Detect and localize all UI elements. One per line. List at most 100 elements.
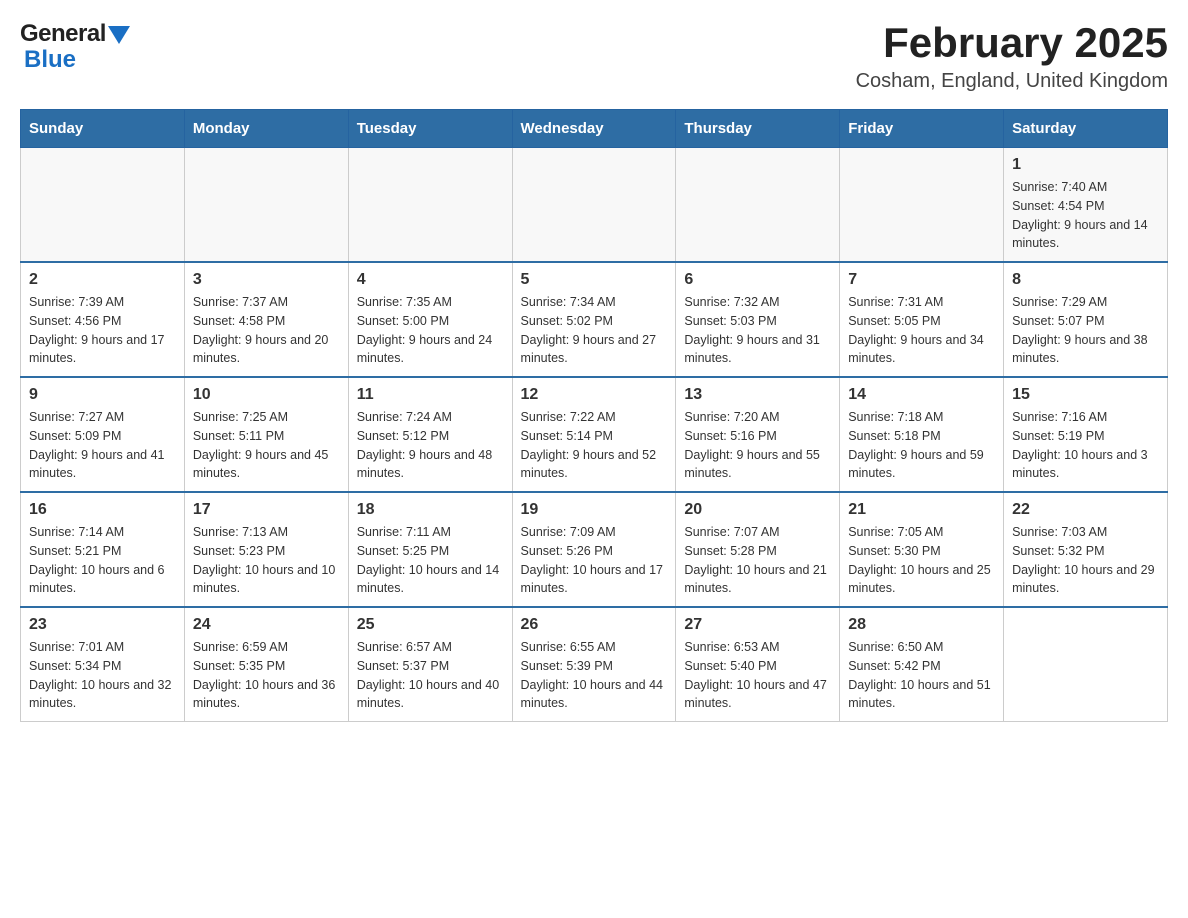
day-info: Sunrise: 7:35 AMSunset: 5:00 PMDaylight:… — [357, 293, 504, 368]
calendar-cell: 1 Sunrise: 7:40 AMSunset: 4:54 PMDaylight… — [1004, 148, 1168, 263]
day-number: 15 — [1012, 386, 1159, 404]
day-number: 11 — [357, 386, 504, 404]
day-info: Sunrise: 7:07 AMSunset: 5:28 PMDaylight:… — [684, 523, 831, 598]
calendar-header-row: SundayMondayTuesdayWednesdayThursdayFrid… — [21, 110, 1168, 148]
day-info: Sunrise: 7:39 AMSunset: 4:56 PMDaylight:… — [29, 293, 176, 368]
calendar-cell: 4 Sunrise: 7:35 AMSunset: 5:00 PMDaylight… — [348, 262, 512, 377]
calendar-week-4: 16 Sunrise: 7:14 AMSunset: 5:21 PMDayligh… — [21, 492, 1168, 607]
day-info: Sunrise: 7:32 AMSunset: 5:03 PMDaylight:… — [684, 293, 831, 368]
logo-triangle-icon — [108, 26, 130, 44]
day-info: Sunrise: 6:50 AMSunset: 5:42 PMDaylight:… — [848, 638, 995, 713]
day-info: Sunrise: 7:20 AMSunset: 5:16 PMDaylight:… — [684, 408, 831, 483]
calendar-cell: 6 Sunrise: 7:32 AMSunset: 5:03 PMDaylight… — [676, 262, 840, 377]
weekday-header-sunday: Sunday — [21, 110, 185, 148]
calendar-cell: 11 Sunrise: 7:24 AMSunset: 5:12 PMDayligh… — [348, 377, 512, 492]
day-number: 9 — [29, 386, 176, 404]
day-info: Sunrise: 7:01 AMSunset: 5:34 PMDaylight:… — [29, 638, 176, 713]
day-number: 14 — [848, 386, 995, 404]
calendar-week-3: 9 Sunrise: 7:27 AMSunset: 5:09 PMDaylight… — [21, 377, 1168, 492]
day-info: Sunrise: 7:13 AMSunset: 5:23 PMDaylight:… — [193, 523, 340, 598]
day-number: 6 — [684, 271, 831, 289]
logo: General Blue — [20, 20, 130, 74]
day-info: Sunrise: 7:14 AMSunset: 5:21 PMDaylight:… — [29, 523, 176, 598]
day-info: Sunrise: 6:57 AMSunset: 5:37 PMDaylight:… — [357, 638, 504, 713]
day-info: Sunrise: 7:29 AMSunset: 5:07 PMDaylight:… — [1012, 293, 1159, 368]
day-number: 23 — [29, 616, 176, 634]
day-info: Sunrise: 7:18 AMSunset: 5:18 PMDaylight:… — [848, 408, 995, 483]
day-info: Sunrise: 7:22 AMSunset: 5:14 PMDaylight:… — [521, 408, 668, 483]
calendar-cell: 22 Sunrise: 7:03 AMSunset: 5:32 PMDayligh… — [1004, 492, 1168, 607]
day-info: Sunrise: 6:53 AMSunset: 5:40 PMDaylight:… — [684, 638, 831, 713]
calendar-cell: 14 Sunrise: 7:18 AMSunset: 5:18 PMDayligh… — [840, 377, 1004, 492]
day-number: 7 — [848, 271, 995, 289]
day-number: 27 — [684, 616, 831, 634]
day-info: Sunrise: 6:55 AMSunset: 5:39 PMDaylight:… — [521, 638, 668, 713]
calendar-cell: 24Sunrise: 6:59 AMSunset: 5:35 PMDayligh… — [184, 607, 348, 722]
day-info: Sunrise: 7:27 AMSunset: 5:09 PMDaylight:… — [29, 408, 176, 483]
calendar-week-5: 23 Sunrise: 7:01 AMSunset: 5:34 PMDayligh… — [21, 607, 1168, 722]
weekday-header-thursday: Thursday — [676, 110, 840, 148]
calendar-cell: 7 Sunrise: 7:31 AMSunset: 5:05 PMDaylight… — [840, 262, 1004, 377]
day-info: Sunrise: 7:05 AMSunset: 5:30 PMDaylight:… — [848, 523, 995, 598]
weekday-header-friday: Friday — [840, 110, 1004, 148]
page-header: General Blue February 2025 Cosham, Engla… — [20, 20, 1168, 93]
day-info: Sunrise: 7:03 AMSunset: 5:32 PMDaylight:… — [1012, 523, 1159, 598]
calendar-cell: 19 Sunrise: 7:09 AMSunset: 5:26 PMDayligh… — [512, 492, 676, 607]
day-number: 28 — [848, 616, 995, 634]
day-info: Sunrise: 7:37 AMSunset: 4:58 PMDaylight:… — [193, 293, 340, 368]
weekday-header-tuesday: Tuesday — [348, 110, 512, 148]
day-number: 4 — [357, 271, 504, 289]
calendar-cell: 28 Sunrise: 6:50 AMSunset: 5:42 PMDayligh… — [840, 607, 1004, 722]
calendar-cell — [676, 148, 840, 263]
day-number: 13 — [684, 386, 831, 404]
calendar-week-2: 2 Sunrise: 7:39 AMSunset: 4:56 PMDaylight… — [21, 262, 1168, 377]
day-number: 22 — [1012, 501, 1159, 519]
calendar-cell: 18 Sunrise: 7:11 AMSunset: 5:25 PMDayligh… — [348, 492, 512, 607]
logo-blue-text: Blue — [24, 46, 76, 74]
calendar-cell — [21, 148, 185, 263]
calendar-cell — [512, 148, 676, 263]
day-info: Sunrise: 7:31 AMSunset: 5:05 PMDaylight:… — [848, 293, 995, 368]
calendar-title: February 2025 — [856, 20, 1168, 66]
day-info: Sunrise: 7:40 AMSunset: 4:54 PMDaylight:… — [1012, 178, 1159, 253]
calendar-cell — [184, 148, 348, 263]
calendar-cell: 10Sunrise: 7:25 AMSunset: 5:11 PMDayligh… — [184, 377, 348, 492]
calendar-cell: 20 Sunrise: 7:07 AMSunset: 5:28 PMDayligh… — [676, 492, 840, 607]
title-block: February 2025 Cosham, England, United Ki… — [856, 20, 1168, 93]
day-number: 8 — [1012, 271, 1159, 289]
day-number: 26 — [521, 616, 668, 634]
calendar-cell: 13 Sunrise: 7:20 AMSunset: 5:16 PMDayligh… — [676, 377, 840, 492]
day-number: 20 — [684, 501, 831, 519]
day-info: Sunrise: 7:09 AMSunset: 5:26 PMDaylight:… — [521, 523, 668, 598]
day-number: 18 — [357, 501, 504, 519]
calendar-cell: 27 Sunrise: 6:53 AMSunset: 5:40 PMDayligh… — [676, 607, 840, 722]
day-number: 21 — [848, 501, 995, 519]
day-info: Sunrise: 7:11 AMSunset: 5:25 PMDaylight:… — [357, 523, 504, 598]
calendar-cell: 26 Sunrise: 6:55 AMSunset: 5:39 PMDayligh… — [512, 607, 676, 722]
day-number: 16 — [29, 501, 176, 519]
day-info: Sunrise: 7:24 AMSunset: 5:12 PMDaylight:… — [357, 408, 504, 483]
calendar-cell — [840, 148, 1004, 263]
day-number: 1 — [1012, 156, 1159, 174]
day-number: 12 — [521, 386, 668, 404]
day-number: 24 — [193, 616, 340, 634]
calendar-cell: 25Sunrise: 6:57 AMSunset: 5:37 PMDayligh… — [348, 607, 512, 722]
calendar-cell: 23 Sunrise: 7:01 AMSunset: 5:34 PMDayligh… — [21, 607, 185, 722]
calendar-cell: 3Sunrise: 7:37 AMSunset: 4:58 PMDaylight… — [184, 262, 348, 377]
day-info: Sunrise: 7:25 AMSunset: 5:11 PMDaylight:… — [193, 408, 340, 483]
calendar-week-1: 1 Sunrise: 7:40 AMSunset: 4:54 PMDaylight… — [21, 148, 1168, 263]
day-info: Sunrise: 7:34 AMSunset: 5:02 PMDaylight:… — [521, 293, 668, 368]
calendar-subtitle: Cosham, England, United Kingdom — [856, 70, 1168, 93]
day-number: 19 — [521, 501, 668, 519]
day-number: 17 — [193, 501, 340, 519]
calendar-cell: 9 Sunrise: 7:27 AMSunset: 5:09 PMDaylight… — [21, 377, 185, 492]
calendar-cell: 2 Sunrise: 7:39 AMSunset: 4:56 PMDaylight… — [21, 262, 185, 377]
day-number: 2 — [29, 271, 176, 289]
calendar-cell: 12 Sunrise: 7:22 AMSunset: 5:14 PMDayligh… — [512, 377, 676, 492]
weekday-header-monday: Monday — [184, 110, 348, 148]
calendar-cell — [1004, 607, 1168, 722]
day-number: 5 — [521, 271, 668, 289]
calendar-cell: 17 Sunrise: 7:13 AMSunset: 5:23 PMDayligh… — [184, 492, 348, 607]
calendar-cell: 8 Sunrise: 7:29 AMSunset: 5:07 PMDaylight… — [1004, 262, 1168, 377]
calendar-table: SundayMondayTuesdayWednesdayThursdayFrid… — [20, 109, 1168, 722]
